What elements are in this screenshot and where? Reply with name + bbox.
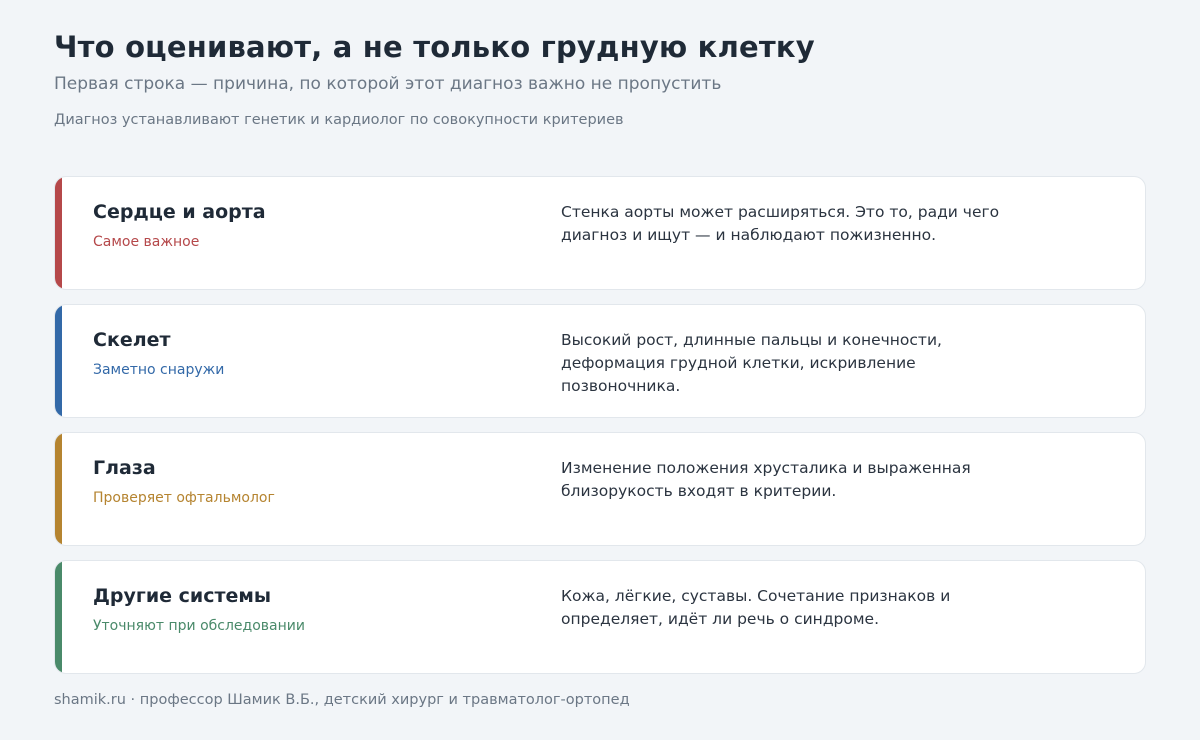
card-description: Высокий рост, длинные пальцы и конечност… — [561, 331, 942, 395]
card-title: Сердце и аорта — [93, 201, 266, 223]
card-tag: Самое важное — [93, 234, 200, 250]
card-tag: Заметно снаружи — [93, 362, 225, 378]
page: Что оценивают, а не только грудную клетк… — [0, 0, 1200, 740]
card-title: Глаза — [93, 457, 156, 479]
card-accent-bar — [55, 177, 62, 289]
criteria-card-skeleton: Скелет Заметно снаружи Высокий рост, дли… — [54, 304, 1146, 418]
page-note: Диагноз устанавливают генетик и кардиоло… — [54, 112, 624, 128]
criteria-list: Сердце и аорта Самое важное Стенка аорты… — [54, 176, 1146, 688]
card-description: Стенка аорты может расширяться. Это то, … — [561, 203, 1000, 244]
criteria-card-heart-aorta: Сердце и аорта Самое важное Стенка аорты… — [54, 176, 1146, 290]
criteria-card-other-systems: Другие системы Уточняют при обследовании… — [54, 560, 1146, 674]
card-accent-bar — [55, 561, 62, 673]
page-subtitle: Первая строка — причина, по которой этот… — [54, 74, 722, 94]
card-description: Изменение положения хрусталика и выражен… — [561, 459, 971, 500]
card-accent-bar — [55, 305, 62, 417]
card-tag: Проверяет офтальмолог — [93, 490, 275, 506]
page-title: Что оценивают, а не только грудную клетк… — [54, 30, 815, 64]
criteria-card-eyes: Глаза Проверяет офтальмолог Изменение по… — [54, 432, 1146, 546]
card-title: Другие системы — [93, 585, 272, 607]
card-accent-bar — [55, 433, 62, 545]
footer-credit: shamik.ru · профессор Шамик В.Б., детски… — [54, 692, 630, 708]
card-tag: Уточняют при обследовании — [93, 618, 305, 634]
card-description: Кожа, лёгкие, суставы. Сочетание признак… — [561, 587, 951, 628]
card-title: Скелет — [93, 329, 171, 351]
